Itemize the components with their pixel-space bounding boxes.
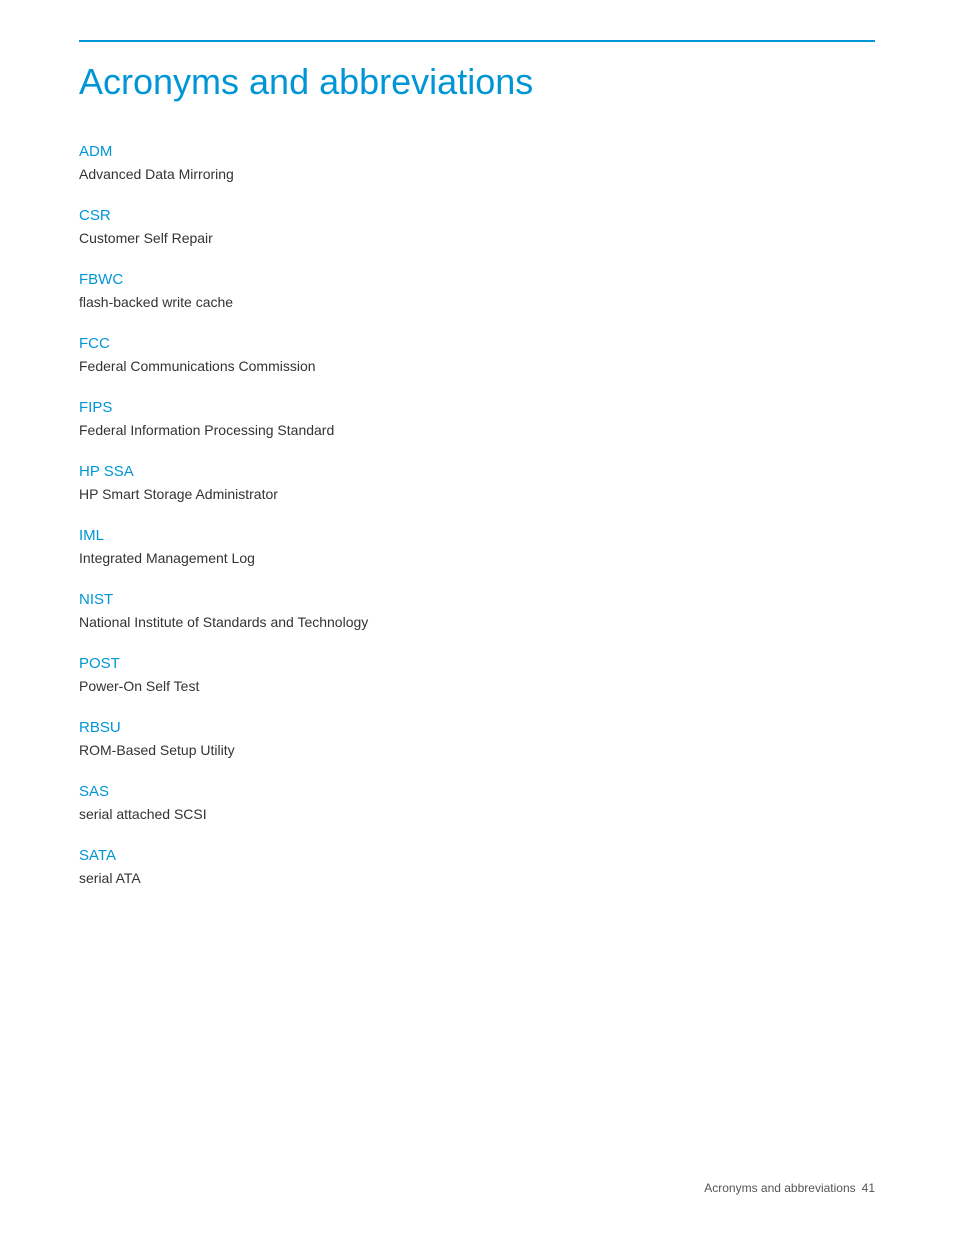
acronym-definition: HP Smart Storage Administrator	[79, 484, 875, 505]
acronym-entry: CSR Customer Self Repair	[79, 207, 875, 249]
acronym-list: ADM Advanced Data Mirroring CSR Customer Se…	[79, 143, 875, 889]
acronym-entry: IML Integrated Management Log	[79, 527, 875, 569]
acronym-definition: National Institute of Standards and Tech…	[79, 612, 875, 633]
acronym-term: POST	[79, 655, 875, 672]
acronym-term: IML	[79, 527, 875, 544]
acronym-definition: Federal Information Processing Standard	[79, 420, 875, 441]
acronym-term: SATA	[79, 847, 875, 864]
footer-text: Acronyms and abbreviations	[704, 1181, 855, 1195]
acronym-entry: SATA serial ATA	[79, 847, 875, 889]
page-footer: Acronyms and abbreviations 41	[704, 1181, 875, 1195]
acronym-term: ADM	[79, 143, 875, 160]
acronym-entry: POST Power-On Self Test	[79, 655, 875, 697]
acronym-definition: Integrated Management Log	[79, 548, 875, 569]
page-container: Acronyms and abbreviations ADM Advanced D…	[0, 0, 954, 1235]
footer-page-number: 41	[862, 1181, 875, 1195]
acronym-term: SAS	[79, 783, 875, 800]
acronym-definition: serial ATA	[79, 868, 875, 889]
acronym-term: NIST	[79, 591, 875, 608]
acronym-definition: Federal Communications Commission	[79, 356, 875, 377]
acronym-term: FIPS	[79, 399, 875, 416]
acronym-entry: NIST National Institute of Standards and …	[79, 591, 875, 633]
top-rule	[79, 40, 875, 42]
acronym-definition: Power-On Self Test	[79, 676, 875, 697]
acronym-term: FBWC	[79, 271, 875, 288]
acronym-entry: FBWC flash-backed write cache	[79, 271, 875, 313]
acronym-definition: Advanced Data Mirroring	[79, 164, 875, 185]
acronym-definition: flash-backed write cache	[79, 292, 875, 313]
acronym-term: RBSU	[79, 719, 875, 736]
acronym-entry: FIPS Federal Information Processing Stand…	[79, 399, 875, 441]
acronym-term: FCC	[79, 335, 875, 352]
acronym-entry: ADM Advanced Data Mirroring	[79, 143, 875, 185]
acronym-entry: HP SSA HP Smart Storage Administrator	[79, 463, 875, 505]
acronym-definition: Customer Self Repair	[79, 228, 875, 249]
page-title: Acronyms and abbreviations	[79, 60, 875, 103]
acronym-entry: SAS serial attached SCSI	[79, 783, 875, 825]
acronym-term: CSR	[79, 207, 875, 224]
acronym-entry: RBSU ROM-Based Setup Utility	[79, 719, 875, 761]
acronym-term: HP SSA	[79, 463, 875, 480]
acronym-entry: FCC Federal Communications Commission	[79, 335, 875, 377]
acronym-definition: ROM-Based Setup Utility	[79, 740, 875, 761]
acronym-definition: serial attached SCSI	[79, 804, 875, 825]
